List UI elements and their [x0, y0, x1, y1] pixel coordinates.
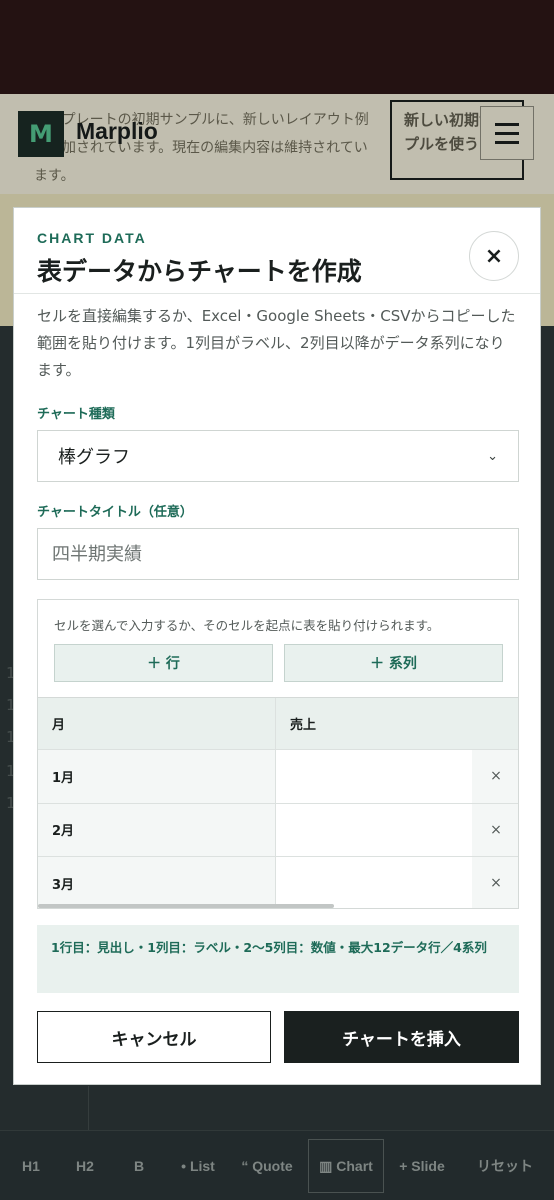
row-label-cell[interactable]: 1月 [38, 750, 276, 803]
delete-row-icon[interactable]: × [472, 857, 518, 908]
cancel-button[interactable]: キャンセル [37, 1011, 271, 1063]
data-grid: 月 売上 1月 × 2月 × 3月 × [38, 697, 518, 908]
chart-title-input[interactable] [37, 528, 519, 580]
table-row: 3月 × [38, 856, 518, 908]
dialog-eyebrow: CHART DATA [37, 230, 147, 246]
delete-row-icon[interactable]: × [472, 750, 518, 803]
row-value-cell[interactable] [276, 803, 472, 856]
data-table-editor: セルを選んで入力するか、そのセルを起点に表を貼り付けられます。 ＋ 行 ＋ 系列… [37, 599, 519, 909]
table-row: 2月 × [38, 802, 518, 856]
row-label-cell[interactable]: 3月 [38, 857, 276, 908]
row-value-cell[interactable] [276, 857, 472, 908]
table-header-row: 月 売上 [38, 697, 518, 749]
table-row: 1月 × [38, 749, 518, 803]
status-bar-area [0, 0, 554, 94]
chart-data-dialog: CHART DATA 表データからチャートを作成 × セルを直接編集するか、Ex… [13, 207, 541, 1085]
table-limits-note: 1行目：見出し・1列目：ラベル・2〜5列目：数値・最大12データ行／4系列 [37, 925, 519, 993]
header-cell-series[interactable]: 売上 [276, 698, 518, 749]
delete-row-icon[interactable]: × [472, 803, 518, 856]
dialog-description: セルを直接編集するか、Excel・Google Sheets・CSVからコピーし… [37, 307, 516, 379]
row-value-cell[interactable] [276, 750, 472, 803]
dialog-title: 表データからチャートを作成 [37, 257, 362, 286]
chart-type-value: 棒グラフ [58, 447, 130, 468]
chart-type-label: チャート種類 [37, 407, 115, 422]
chart-type-select[interactable]: 棒グラフ ⌄ [37, 430, 519, 482]
horizontal-scrollbar[interactable] [38, 904, 334, 908]
chart-title-label: チャートタイトル（任意） [37, 505, 193, 520]
chevron-down-icon: ⌄ [487, 448, 498, 464]
insert-chart-button[interactable]: チャートを挿入 [284, 1011, 519, 1063]
add-series-button[interactable]: ＋ 系列 [284, 644, 503, 682]
header-cell-label[interactable]: 月 [38, 698, 276, 749]
close-icon[interactable]: × [469, 231, 519, 281]
table-hint: セルを選んで入力するか、そのセルを起点に表を貼り付けられます。 [54, 618, 440, 633]
add-row-button[interactable]: ＋ 行 [54, 644, 273, 682]
header-divider [14, 293, 540, 294]
row-label-cell[interactable]: 2月 [38, 803, 276, 856]
